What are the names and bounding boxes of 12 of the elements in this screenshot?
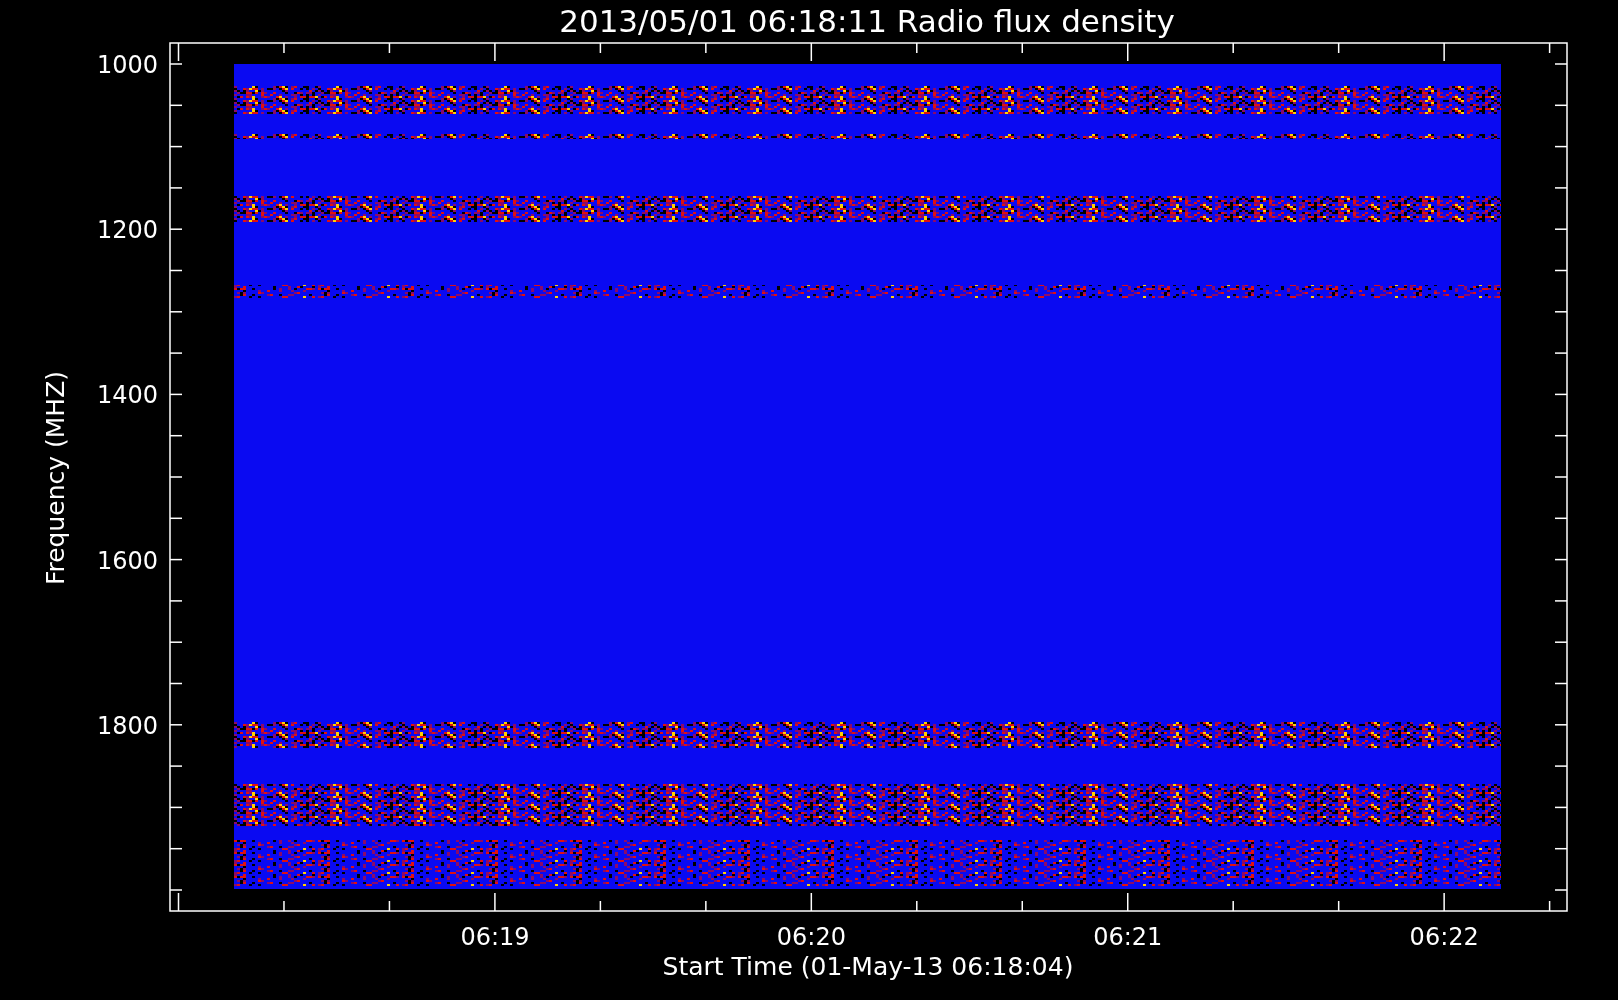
y-tick-label: 1200	[96, 216, 158, 245]
x-tick-label: 06:19	[460, 923, 530, 951]
y-tick-label: 1800	[96, 711, 158, 740]
x-tick-label: 06:20	[776, 923, 846, 951]
x-axis-label: Start Time (01-May-13 06:18:04)	[662, 952, 1074, 981]
y-tick-label: 1400	[96, 381, 158, 410]
x-tick-label: 06:21	[1093, 923, 1163, 951]
x-tick-label: 06:22	[1409, 923, 1479, 951]
y-tick-label: 1000	[96, 51, 158, 79]
y-axis-label: Frequency (MHZ)	[41, 370, 70, 586]
y-tick-label: 1600	[96, 546, 158, 575]
chart-title: 2013/05/01 06:18:11 Radio flux density	[559, 3, 1175, 39]
